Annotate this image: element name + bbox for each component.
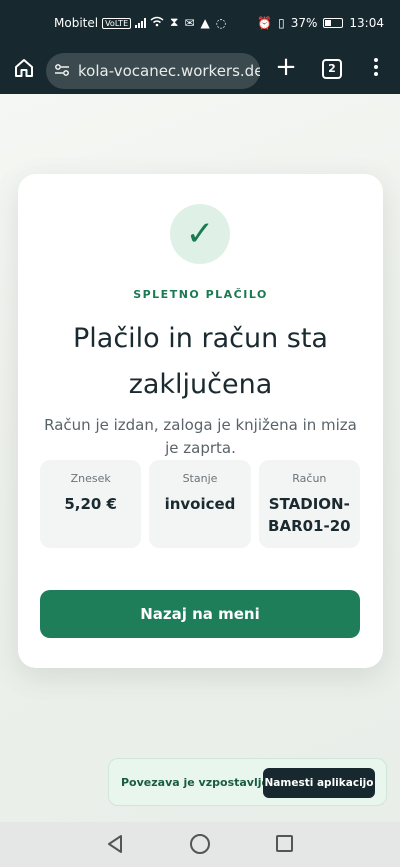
tab-switcher-button[interactable]: 2 (322, 59, 342, 79)
status-bar: Mobitel VoLTE ⧗ ✉ ▲ ◌ ⏰ ▯ 37% 13:04 (0, 0, 400, 48)
notification-icons: ⧗ ✉ ▲ ◌ (170, 15, 226, 30)
home-circle-icon[interactable] (190, 834, 210, 854)
browser-toolbar: kola-vocanec.workers.dev + 2 (0, 48, 400, 94)
hourglass-icon: ⧗ (170, 15, 179, 29)
site-settings-icon[interactable] (54, 62, 70, 81)
recents-icon[interactable] (276, 835, 293, 852)
stat-invoice: Račun STADION-BAR01-20 (258, 460, 360, 548)
stat-status: Stanje invoiced (149, 460, 251, 548)
more-menu-icon[interactable] (372, 58, 380, 82)
carrier-name: Mobitel (54, 16, 99, 30)
vibrate-icon: ▯ (278, 16, 285, 30)
page-content: ✓ SPLETNO PLAČILO Plačilo in račun sta z… (0, 94, 400, 822)
url-text: kola-vocanec.workers.dev (78, 62, 260, 80)
summary-stats: Znesek 5,20 € Stanje invoiced Račun STAD… (40, 460, 360, 548)
mail-icon: ✉ (184, 15, 195, 30)
payment-confirmation-card: ✓ SPLETNO PLAČILO Plačilo in račun sta z… (18, 174, 383, 668)
volte-badge: VoLTE (102, 17, 132, 29)
stat-label: Račun (292, 472, 327, 485)
stat-value: 5,20 € (64, 495, 117, 513)
eyebrow-label: SPLETNO PLAČILO (133, 288, 268, 301)
connection-toast: Povezava je vzpostavljena Namesti aplika… (108, 758, 387, 806)
stat-amount: Znesek 5,20 € (40, 460, 142, 548)
alert-icon: ▲ (200, 15, 210, 30)
battery-icon (323, 18, 344, 28)
new-tab-icon[interactable]: + (274, 54, 298, 80)
page-subtitle: Račun je izdan, zaloga je knjižena in mi… (44, 416, 357, 457)
stat-label: Znesek (70, 472, 111, 485)
status-left: Mobitel VoLTE (54, 16, 164, 30)
home-icon[interactable] (12, 56, 36, 80)
stat-value: STADION-BAR01-20 (268, 495, 351, 535)
status-right: ⏰ ▯ 37% 13:04 (257, 16, 384, 30)
back-to-menu-button[interactable]: Nazaj na meni (40, 590, 360, 638)
signal-icon (135, 18, 147, 28)
back-icon[interactable] (106, 834, 124, 854)
stat-value: invoiced (164, 495, 236, 513)
whatsapp-icon: ◌ (215, 15, 227, 30)
battery-percent: 37% (290, 16, 318, 30)
address-bar[interactable]: kola-vocanec.workers.dev (46, 53, 260, 89)
wifi-icon (150, 16, 164, 30)
checkmark-icon: ✓ (170, 204, 230, 264)
system-nav-bar (0, 822, 400, 867)
page-title: Plačilo in račun sta zaključena (73, 323, 328, 400)
stat-label: Stanje (182, 472, 218, 485)
clock: 13:04 (349, 16, 384, 30)
install-app-button[interactable]: Namesti aplikacijo (263, 768, 375, 798)
alarm-icon: ⏰ (257, 16, 273, 30)
toast-message: Povezava je vzpostavljena (121, 776, 285, 789)
